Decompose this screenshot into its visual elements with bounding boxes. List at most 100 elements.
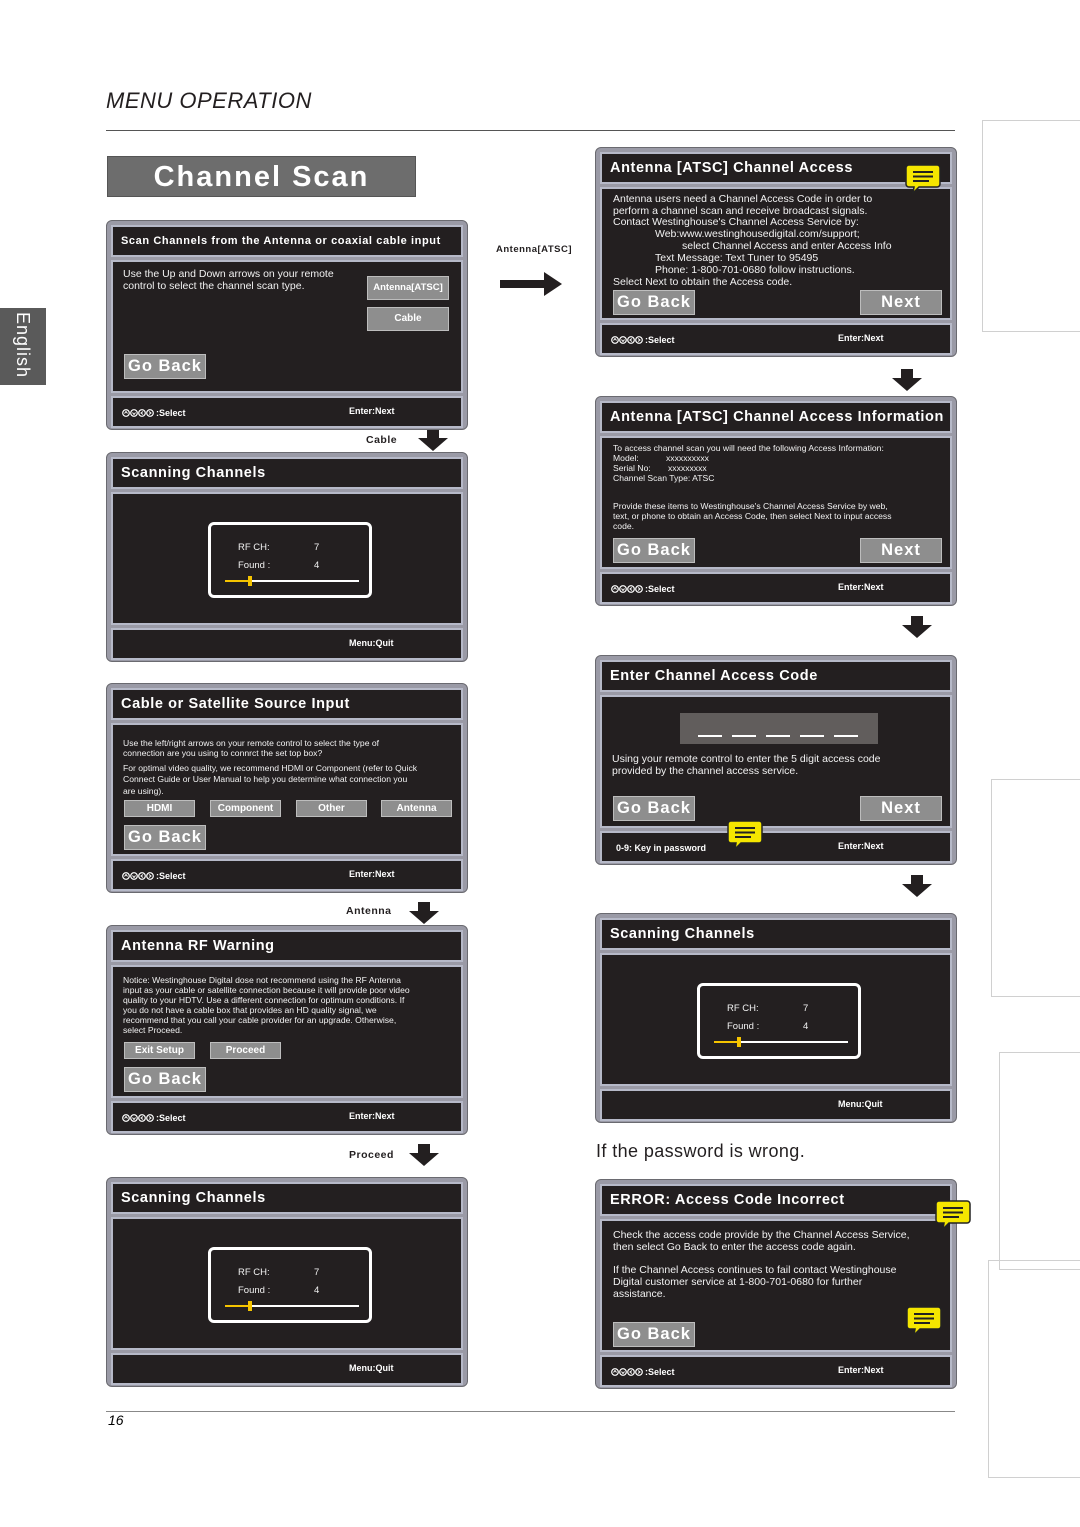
rf-channel-value: 7 xyxy=(314,542,320,553)
body-text: Use the Up and Down arrows on your remot… xyxy=(123,268,334,280)
enter-hint: Enter:Next xyxy=(349,869,395,879)
body-text: text, or phone to obtain an Access Code,… xyxy=(613,511,892,521)
body-text: Text Message: Text Tuner to 95495 xyxy=(655,252,819,264)
screen-title: Scanning Channels xyxy=(111,457,463,489)
go-back-button[interactable]: Go Back xyxy=(124,825,206,850)
select-arrows-icon xyxy=(611,585,643,593)
rf-channel-label: RF CH: xyxy=(727,1003,759,1014)
go-back-button[interactable]: Go Back xyxy=(613,290,695,315)
body-text: Using your remote control to enter the 5… xyxy=(612,753,881,765)
cable-option[interactable]: Cable xyxy=(367,307,449,331)
exit-setup-button[interactable]: Exit Setup xyxy=(124,1042,195,1059)
rf-channel-label: RF CH: xyxy=(238,1267,270,1278)
enter-hint: Enter:Next xyxy=(349,1111,395,1121)
arrow-down-icon xyxy=(409,902,439,924)
screen-title: Antenna [ATSC] Channel Access Informatio… xyxy=(600,401,952,433)
antenna-atsc-option[interactable]: Antenna[ATSC] xyxy=(367,276,449,300)
screen-body: RF CH: 7 Found : 4 xyxy=(111,1217,463,1350)
hdmi-option[interactable]: HDMI xyxy=(124,800,195,817)
go-back-button[interactable]: Go Back xyxy=(124,1067,206,1092)
body-text: Notice: Westinghouse Digital dose not re… xyxy=(123,975,401,985)
body-text: connection are you using to connrct the … xyxy=(123,748,323,758)
wrong-password-note: If the password is wrong. xyxy=(596,1141,806,1161)
screen-footer: :Select Enter:Next xyxy=(111,859,463,891)
proceed-button[interactable]: Proceed xyxy=(210,1042,281,1059)
body-text: Antenna users need a Channel Access Code… xyxy=(613,193,873,205)
scan-progress-bar xyxy=(225,1301,359,1311)
found-label: Found : xyxy=(727,1021,760,1032)
component-option[interactable]: Component xyxy=(210,800,281,817)
select-hint: :Select xyxy=(156,1113,186,1123)
note-icon xyxy=(727,820,763,850)
body-text: code. xyxy=(613,521,635,531)
select-arrows-icon xyxy=(611,336,643,344)
screen-title: Cable or Satellite Source Input xyxy=(111,688,463,720)
screen-body: Antenna users need a Channel Access Code… xyxy=(600,187,952,320)
serial-label: Serial No: xyxy=(613,463,651,473)
body-text: quality to your HDTV. Use a different co… xyxy=(123,995,405,1005)
section-title: MENU OPERATION xyxy=(106,88,312,113)
screen-footer: :Select Enter:Next xyxy=(600,1355,952,1387)
other-option[interactable]: Other xyxy=(296,800,367,817)
body-text: Select Next to obtain the Access code. xyxy=(613,276,793,288)
screen-footer: Menu:Quit xyxy=(111,628,463,660)
antenna-option[interactable]: Antenna xyxy=(381,800,452,817)
scan-progress-bar xyxy=(714,1037,848,1047)
body-text: recommend that you call your cable provi… xyxy=(123,1015,397,1025)
arrow-down-icon xyxy=(892,369,922,391)
go-back-button[interactable]: Go Back xyxy=(613,538,695,563)
go-back-button[interactable]: Go Back xyxy=(613,796,695,821)
screen-footer: Menu:Quit xyxy=(111,1353,463,1385)
body-text: For optimal video quality, we recommend … xyxy=(123,763,418,773)
body-text: control to select the channel scan type. xyxy=(123,280,305,292)
model-label: Model: xyxy=(613,453,639,463)
menu-quit-hint: Menu:Quit xyxy=(349,1363,394,1373)
screen-body: Check the access code provide by the Cha… xyxy=(600,1219,952,1352)
enter-hint: Enter:Next xyxy=(838,582,884,592)
decorative-frame xyxy=(982,120,1080,332)
body-text: Contact Westinghouse's Channel Access Se… xyxy=(613,216,859,228)
language-label: English xyxy=(13,312,33,379)
scan-status-box: RF CH: 7 Found : 4 xyxy=(208,1247,372,1323)
source-input-screen: Cable or Satellite Source Input Use the … xyxy=(106,683,468,893)
screen-body: RF CH: 7 Found : 4 xyxy=(111,492,463,625)
screen-footer: :Select Enter:Next xyxy=(600,572,952,604)
enter-hint: Enter:Next xyxy=(838,333,884,343)
decorative-frame xyxy=(988,1260,1080,1478)
scanning-screen: Scanning Channels RF CH: 7 Found : 4 Men… xyxy=(595,913,957,1123)
scan-status-box: RF CH: 7 Found : 4 xyxy=(697,983,861,1059)
rf-warning-screen: Antenna RF Warning Notice: Westinghouse … xyxy=(106,925,468,1135)
scanning-screen: Scanning Channels RF CH: 7 Found : 4 Men… xyxy=(106,452,468,662)
note-icon xyxy=(935,1200,971,1230)
select-hint: :Select xyxy=(645,1367,675,1377)
rf-channel-value: 7 xyxy=(803,1003,809,1014)
key-in-hint: 0-9: Key in password xyxy=(616,843,707,853)
found-value: 4 xyxy=(803,1021,809,1032)
select-arrows-icon xyxy=(122,872,154,880)
screen-body: Using your remote control to enter the 5… xyxy=(600,695,952,828)
go-back-button[interactable]: Go Back xyxy=(124,354,206,379)
body-text: Use the left/right arrows on your remote… xyxy=(123,738,380,748)
select-hint: :Select xyxy=(645,335,675,345)
screen-title: Scan Channels from the Antenna or coaxia… xyxy=(111,225,463,257)
next-button[interactable]: Next xyxy=(860,538,942,563)
menu-quit-hint: Menu:Quit xyxy=(349,638,394,648)
next-button[interactable]: Next xyxy=(860,290,942,315)
enter-hint: Enter:Next xyxy=(838,841,884,851)
body-text: Phone: 1-800-701-0680 follow instruction… xyxy=(655,264,855,276)
note-icon xyxy=(905,164,941,194)
screen-footer: :Select Enter:Next xyxy=(111,396,463,428)
access-code-input[interactable] xyxy=(680,713,878,744)
screen-footer: 0-9: Key in password Enter:Next xyxy=(600,831,952,863)
rf-channel-label: RF CH: xyxy=(238,542,270,553)
body-text: If the Channel Access continues to fail … xyxy=(613,1264,897,1276)
arrow-down-icon xyxy=(902,616,932,638)
screen-title: Enter Channel Access Code xyxy=(600,660,952,692)
next-button[interactable]: Next xyxy=(860,796,942,821)
note-icon xyxy=(906,1306,942,1336)
flow-label-proceed: Proceed xyxy=(349,1149,394,1161)
select-hint: :Select xyxy=(645,584,675,594)
go-back-button[interactable]: Go Back xyxy=(613,1322,695,1347)
arrow-down-icon xyxy=(409,1144,439,1166)
select-arrows-icon xyxy=(611,1368,643,1376)
